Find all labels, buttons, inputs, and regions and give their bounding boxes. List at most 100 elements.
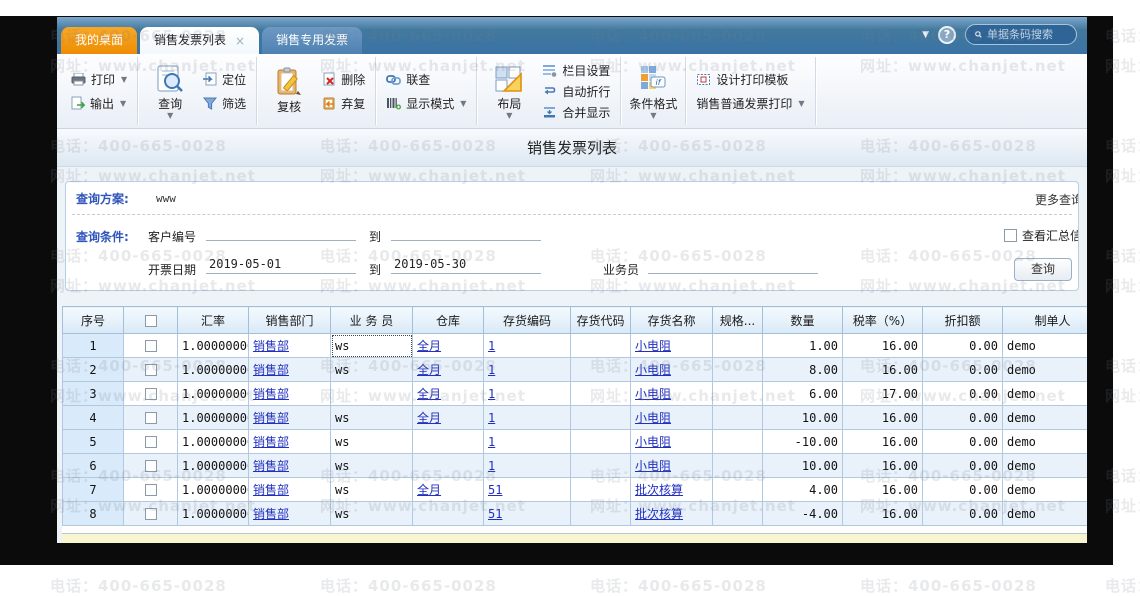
cell-creator[interactable]: demo <box>1003 358 1088 382</box>
grid-link[interactable]: 1 <box>488 435 495 449</box>
grid-link[interactable]: 全月 <box>417 339 441 353</box>
grid-link[interactable]: 批次核算 <box>635 483 683 497</box>
cell-creator[interactable]: demo <box>1003 430 1088 454</box>
cell-warehouse[interactable] <box>413 430 484 454</box>
cell-qty[interactable]: 10.00 <box>763 454 843 478</box>
cell-salesman[interactable] <box>331 382 413 406</box>
grid-link[interactable]: 全月 <box>417 483 441 497</box>
cell-spec[interactable] <box>713 454 763 478</box>
cell-warehouse[interactable]: 全月 <box>413 334 484 358</box>
cell-stock-alt-code[interactable] <box>571 334 631 358</box>
cell-warehouse[interactable]: 全月 <box>413 478 484 502</box>
cell-stock-name[interactable]: 小电阻 <box>631 382 713 406</box>
cell-salesman[interactable]: ws <box>331 358 413 382</box>
grid-link[interactable]: 销售部 <box>253 507 289 521</box>
row-checkbox[interactable] <box>124 502 178 526</box>
cell-creator[interactable]: demo <box>1003 334 1088 358</box>
filter-button[interactable]: 筛选 <box>200 93 249 113</box>
grid-link[interactable]: 51 <box>488 507 502 521</box>
print-button[interactable]: 打印▼ <box>68 69 130 89</box>
grid-link[interactable]: 销售部 <box>253 339 289 353</box>
cell-discount[interactable]: 0.00 <box>923 430 1003 454</box>
cell-discount[interactable]: 0.00 <box>923 334 1003 358</box>
cell-spec[interactable] <box>713 358 763 382</box>
cell-rate[interactable]: 1.00000000 <box>178 478 249 502</box>
cell-tax-rate[interactable]: 16.00 <box>843 430 923 454</box>
row-checkbox[interactable] <box>124 358 178 382</box>
cell-creator[interactable]: demo <box>1003 502 1088 526</box>
review-button[interactable]: 复核 <box>264 67 314 115</box>
layout-button[interactable]: 布局 ▼ <box>484 64 534 118</box>
customer-to-input[interactable] <box>391 224 541 241</box>
cell-seq[interactable]: 5 <box>63 430 124 454</box>
cell-qty[interactable]: 10.00 <box>763 406 843 430</box>
cell-stock-alt-code[interactable] <box>571 406 631 430</box>
salesman-input[interactable] <box>648 257 818 274</box>
row-checkbox[interactable] <box>124 334 178 358</box>
delete-button[interactable]: 删除 <box>319 69 368 89</box>
cell-rate[interactable]: 1.00000000 <box>178 358 249 382</box>
grid-link[interactable]: 销售部 <box>253 435 289 449</box>
tab-sales-special-invoice[interactable]: 销售专用发票 <box>262 27 362 54</box>
conditional-format-button[interactable]: if 条件格式 ▼ <box>628 64 678 118</box>
cell-stock-name[interactable]: 小电阻 <box>631 334 713 358</box>
cell-salesman[interactable]: ws <box>331 406 413 430</box>
row-checkbox[interactable] <box>124 478 178 502</box>
cell-rate[interactable]: 1.00000000 <box>178 430 249 454</box>
cell-salesman[interactable]: ws <box>331 334 413 358</box>
summary-checkbox[interactable]: 查看汇总信息 <box>1004 227 1079 244</box>
grid-link[interactable]: 销售部 <box>253 459 289 473</box>
cell-rate[interactable]: 1.00000000 <box>178 406 249 430</box>
search-input[interactable] <box>987 28 1067 41</box>
cell-stock-code[interactable]: 1 <box>484 454 571 478</box>
display-mode-button[interactable]: 显示模式▼ <box>383 93 469 113</box>
cell-salesman[interactable]: ws <box>331 478 413 502</box>
cell-stock-alt-code[interactable] <box>571 454 631 478</box>
cell-tax-rate[interactable]: 16.00 <box>843 406 923 430</box>
grid-link[interactable]: 小电阻 <box>635 339 671 353</box>
cell-stock-code[interactable]: 1 <box>484 358 571 382</box>
cell-dept[interactable]: 销售部 <box>249 430 331 454</box>
cell-tax-rate[interactable]: 16.00 <box>843 502 923 526</box>
locate-button[interactable]: 定位 <box>200 69 249 89</box>
cell-stock-name[interactable]: 小电阻 <box>631 406 713 430</box>
help-icon[interactable]: ? <box>938 26 956 44</box>
cell-warehouse[interactable] <box>413 454 484 478</box>
cell-stock-code[interactable]: 1 <box>484 430 571 454</box>
row-checkbox[interactable] <box>124 454 178 478</box>
cell-warehouse[interactable]: 全月 <box>413 406 484 430</box>
cell-creator[interactable]: demo <box>1003 382 1088 406</box>
cell-tax-rate[interactable]: 16.00 <box>843 334 923 358</box>
cell-discount[interactable]: 0.00 <box>923 358 1003 382</box>
grid-link[interactable]: 全月 <box>417 387 441 401</box>
cell-tax-rate[interactable]: 16.00 <box>843 454 923 478</box>
cell-rate[interactable]: 1.00000000 <box>178 334 249 358</box>
cell-rate[interactable]: 1.00000000 <box>178 502 249 526</box>
close-icon[interactable]: × <box>235 35 245 47</box>
cell-spec[interactable] <box>713 406 763 430</box>
cell-spec[interactable] <box>713 430 763 454</box>
cell-discount[interactable]: 0.00 <box>923 406 1003 430</box>
cell-discount[interactable]: 0.00 <box>923 478 1003 502</box>
grid-link[interactable]: 51 <box>488 483 502 497</box>
cell-rate[interactable]: 1.00000000 <box>178 454 249 478</box>
cell-stock-code[interactable]: 1 <box>484 382 571 406</box>
cell-creator[interactable]: demo <box>1003 478 1088 502</box>
cell-seq[interactable]: 6 <box>63 454 124 478</box>
cell-stock-alt-code[interactable] <box>571 358 631 382</box>
cell-stock-name[interactable]: 批次核算 <box>631 478 713 502</box>
grid-link[interactable]: 1 <box>488 339 495 353</box>
tab-my-desktop[interactable]: 我的桌面 <box>61 27 137 54</box>
cell-qty[interactable]: 1.00 <box>763 334 843 358</box>
cell-stock-code[interactable]: 51 <box>484 502 571 526</box>
grid-link[interactable]: 全月 <box>417 411 441 425</box>
barcode-search-box[interactable] <box>965 24 1077 45</box>
grid-link[interactable]: 1 <box>488 387 495 401</box>
column-setup-button[interactable]: 栏目设置 <box>539 60 613 80</box>
grid-link[interactable]: 1 <box>488 363 495 377</box>
cell-qty[interactable]: 4.00 <box>763 478 843 502</box>
cell-salesman[interactable]: ws <box>331 430 413 454</box>
link-query-button[interactable]: 联查 <box>383 69 469 89</box>
cell-warehouse[interactable]: 全月 <box>413 358 484 382</box>
row-checkbox[interactable] <box>124 382 178 406</box>
